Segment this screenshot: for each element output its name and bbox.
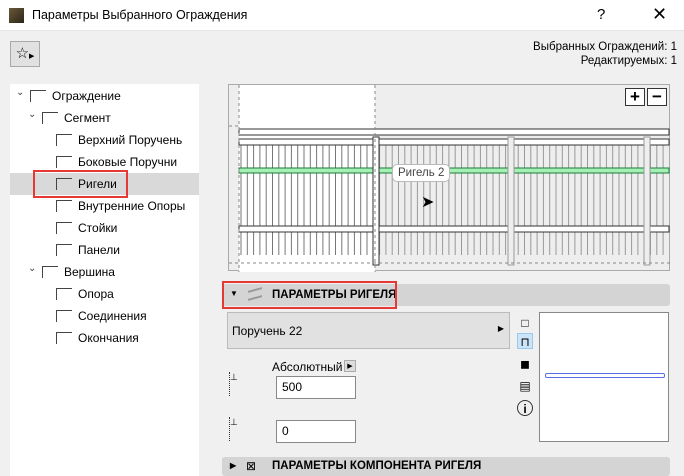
tree-item-label: Ограждение bbox=[52, 89, 121, 103]
tree-item[interactable]: Соединения bbox=[10, 305, 199, 327]
post bbox=[507, 136, 515, 266]
section-view-icon[interactable]: ▤ bbox=[517, 378, 533, 394]
tree-view[interactable]: ⌄ Ограждение ⌄ Сегмент Верхний Поручень Боков… bbox=[10, 84, 199, 476]
railing-part-icon bbox=[56, 310, 72, 322]
editable-count: Редактируемых: 1 bbox=[580, 55, 677, 67]
offset-input[interactable]: 0 bbox=[276, 420, 356, 443]
window-title: Параметры Выбранного Ограждения bbox=[32, 8, 248, 22]
railing-part-icon bbox=[56, 332, 72, 344]
post bbox=[372, 136, 380, 266]
selected-rail bbox=[238, 167, 670, 174]
railing-part-icon bbox=[56, 134, 72, 146]
tree-item-label: Внутренние Опоры bbox=[78, 199, 186, 213]
section-title: ПАРАМЕТРЫ КОМПОНЕНТА РИГЕЛЯ bbox=[272, 460, 482, 472]
tooltip: Ригель 2 bbox=[392, 164, 451, 182]
triangle-right-icon: ▶ bbox=[497, 324, 504, 333]
close-button[interactable]: ✕ bbox=[652, 4, 667, 25]
post bbox=[643, 136, 651, 266]
mode-menu-button[interactable]: ▶ bbox=[344, 360, 356, 372]
railing-part-icon bbox=[56, 156, 72, 168]
component-icon: ⊠ bbox=[246, 459, 257, 473]
tree-item[interactable]: Панели bbox=[10, 239, 199, 261]
selected-count: Выбранных Ограждений: 1 bbox=[533, 41, 677, 53]
tree-item[interactable]: Опора bbox=[10, 283, 199, 305]
profile-value: Поручень 22 bbox=[232, 324, 303, 338]
help-button[interactable]: ? bbox=[597, 6, 605, 23]
chevron-down-icon[interactable]: ⌄ bbox=[16, 82, 24, 104]
square-view-icon[interactable]: □ bbox=[517, 315, 533, 331]
railing-part-icon bbox=[42, 112, 58, 124]
cursor-icon: ➤ bbox=[421, 194, 435, 211]
top-rail bbox=[238, 128, 670, 136]
tree-item-label: Верхний Поручень bbox=[78, 133, 183, 147]
profile-shape bbox=[545, 373, 665, 378]
profile-preview bbox=[539, 312, 669, 442]
zoom-in-button[interactable]: + bbox=[625, 88, 645, 106]
zoom-out-button[interactable]: − bbox=[647, 88, 667, 106]
railing-part-icon bbox=[56, 200, 72, 212]
tree-item[interactable]: Стойки bbox=[10, 217, 199, 239]
railing-part-icon bbox=[56, 244, 72, 256]
height-icon: ⊥ bbox=[229, 372, 245, 396]
favorites-button[interactable]: ☆▶ bbox=[10, 41, 40, 67]
selection-highlight bbox=[33, 170, 128, 198]
offset-icon: ⊥ bbox=[229, 417, 241, 441]
tree-item[interactable]: ⌄ Сегмент bbox=[10, 107, 199, 129]
tree-item[interactable]: Внутренние Опоры bbox=[10, 195, 199, 217]
title-bar: Параметры Выбранного Ограждения ? ✕ bbox=[0, 0, 684, 31]
railing-part-icon bbox=[30, 90, 46, 102]
profile-dropdown[interactable]: Поручень 22 ▶ bbox=[227, 312, 510, 349]
mode-label: Абсолютный bbox=[272, 360, 343, 374]
railing-part-icon bbox=[56, 288, 72, 300]
chevron-down-icon[interactable]: ⌄ bbox=[28, 104, 36, 126]
handrail bbox=[238, 138, 670, 146]
railing-part-icon bbox=[42, 266, 58, 278]
railing-drawing bbox=[229, 85, 671, 272]
tree-item-label: Окончания bbox=[78, 331, 139, 345]
tree-item[interactable]: Верхний Поручень bbox=[10, 129, 199, 151]
tree-item[interactable]: ⌄ Ограждение bbox=[10, 85, 199, 107]
info-icon[interactable]: i bbox=[517, 400, 533, 416]
triangle-right-icon: ▶ bbox=[29, 53, 35, 60]
app-icon bbox=[9, 8, 24, 23]
railing-part-icon bbox=[56, 222, 72, 234]
tree-item-label: Сегмент bbox=[64, 111, 111, 125]
elevation-view-icon[interactable]: ⊓ bbox=[517, 333, 533, 349]
triangle-right-icon: ▶ bbox=[230, 461, 237, 470]
section-highlight bbox=[222, 281, 397, 309]
star-icon: ☆ bbox=[15, 45, 30, 62]
tree-item[interactable]: ⌄ Вершина bbox=[10, 261, 199, 283]
tree-item[interactable]: Окончания bbox=[10, 327, 199, 349]
height-input[interactable]: 500 bbox=[276, 376, 356, 399]
section-component-params[interactable]: ▶ ⊠ ПАРАМЕТРЫ КОМПОНЕНТА РИГЕЛЯ bbox=[222, 457, 670, 476]
tree-item-label: Опора bbox=[78, 287, 114, 301]
chevron-down-icon[interactable]: ⌄ bbox=[28, 258, 36, 280]
tree-item-label: Стойки bbox=[78, 221, 118, 235]
railing-preview[interactable]: + − Ригель 2 ➤ bbox=[228, 84, 671, 272]
tree-item-label: Вершина bbox=[64, 265, 115, 279]
bottom-rail bbox=[238, 225, 670, 233]
tree-item-label: Панели bbox=[78, 243, 120, 257]
tree-item-label: Соединения bbox=[78, 309, 147, 323]
cube-3d-icon[interactable]: ◼ bbox=[517, 356, 533, 372]
